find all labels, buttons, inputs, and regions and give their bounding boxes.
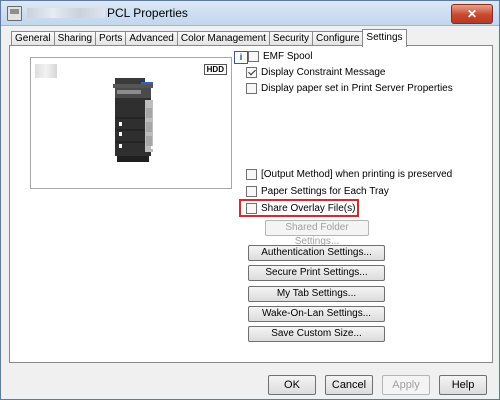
- display-constraint-checkbox[interactable]: [246, 67, 257, 78]
- settings-panel: HDD i EMF Spool Display Constraint Messa…: [9, 45, 493, 363]
- apply-button[interactable]: Apply: [382, 375, 430, 395]
- tab-advanced[interactable]: Advanced: [125, 31, 178, 46]
- info-icon[interactable]: i: [234, 51, 248, 64]
- tab-settings[interactable]: Settings: [362, 29, 407, 47]
- my-tab-settings-button[interactable]: My Tab Settings...: [248, 286, 385, 302]
- tab-general[interactable]: General: [11, 31, 55, 46]
- save-custom-size-button[interactable]: Save Custom Size...: [248, 326, 385, 342]
- hdd-badge: HDD: [203, 64, 227, 75]
- share-overlay-option[interactable]: Share Overlay File(s): [246, 203, 355, 214]
- emf-spool-checkbox[interactable]: [248, 51, 259, 62]
- paper-each-tray-checkbox[interactable]: [246, 186, 257, 197]
- emf-spool-label: EMF Spool: [263, 51, 313, 62]
- share-overlay-checkbox[interactable]: [246, 203, 257, 214]
- ok-button[interactable]: OK: [268, 375, 316, 395]
- tab-security[interactable]: Security: [268, 31, 314, 46]
- redacted-printer-name: [27, 8, 105, 18]
- tab-configure[interactable]: Configure: [312, 31, 364, 46]
- output-method-option[interactable]: [Output Method] when printing is preserv…: [246, 169, 452, 180]
- emf-spool-option[interactable]: EMF Spool: [248, 51, 312, 62]
- secure-print-settings-button[interactable]: Secure Print Settings...: [248, 265, 385, 281]
- display-constraint-label: Display Constraint Message: [261, 67, 386, 78]
- output-method-checkbox[interactable]: [246, 169, 257, 180]
- paper-each-tray-option[interactable]: Paper Settings for Each Tray: [246, 186, 389, 197]
- wake-on-lan-settings-button[interactable]: Wake-On-Lan Settings...: [248, 306, 385, 322]
- paper-each-tray-label: Paper Settings for Each Tray: [261, 186, 389, 197]
- printer-preview: HDD: [30, 57, 232, 189]
- tab-color-management[interactable]: Color Management: [176, 31, 270, 46]
- tab-bar: General Sharing Ports Advanced Color Man…: [11, 29, 407, 47]
- tab-sharing[interactable]: Sharing: [53, 31, 97, 46]
- display-paper-set-option[interactable]: Display paper set in Print Server Proper…: [246, 83, 453, 94]
- display-paper-set-label: Display paper set in Print Server Proper…: [261, 83, 453, 94]
- printer-app-icon: [7, 6, 22, 21]
- authentication-settings-button[interactable]: Authentication Settings...: [248, 245, 385, 261]
- printer-illustration: [113, 78, 155, 162]
- pcl-properties-window: PCL Properties ✕ General Sharing Ports A…: [0, 0, 500, 400]
- help-button[interactable]: Help: [439, 375, 487, 395]
- share-overlay-label: Share Overlay File(s): [261, 203, 356, 214]
- shared-folder-settings-button[interactable]: Shared Folder Settings...: [265, 220, 369, 247]
- title-bar[interactable]: PCL Properties ✕: [1, 1, 499, 26]
- redacted-model-name: [35, 64, 57, 78]
- close-icon[interactable]: ✕: [451, 4, 493, 24]
- window-title: PCL Properties: [107, 6, 188, 20]
- output-method-label: [Output Method] when printing is preserv…: [261, 169, 453, 180]
- display-constraint-option[interactable]: Display Constraint Message: [246, 67, 386, 78]
- cancel-button[interactable]: Cancel: [325, 375, 373, 395]
- tab-ports[interactable]: Ports: [95, 31, 127, 46]
- display-paper-set-checkbox[interactable]: [246, 83, 257, 94]
